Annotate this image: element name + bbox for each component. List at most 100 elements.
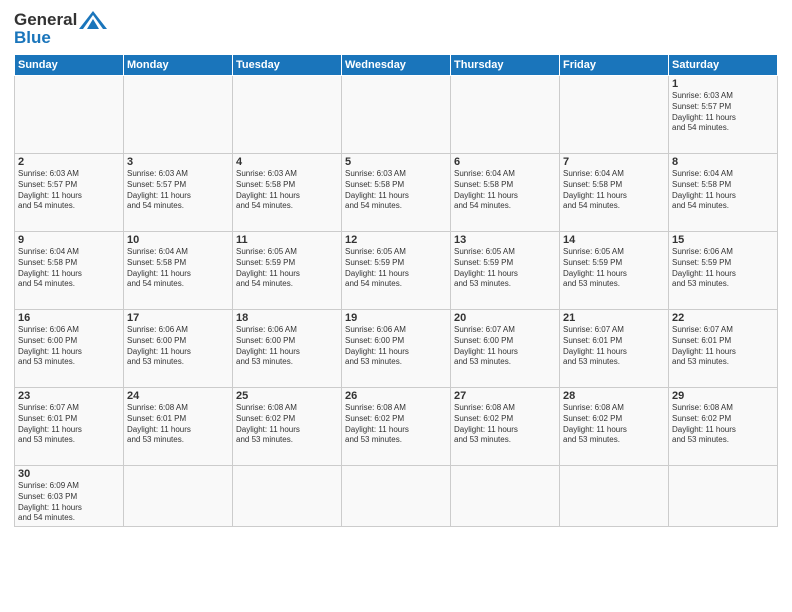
day-info: Sunrise: 6:05 AM Sunset: 5:59 PM Dayligh… (563, 247, 665, 290)
day-number: 11 (236, 234, 338, 246)
day-cell (233, 466, 342, 527)
day-number: 12 (345, 234, 447, 246)
day-cell (560, 76, 669, 154)
day-info: Sunrise: 6:06 AM Sunset: 6:00 PM Dayligh… (345, 325, 447, 368)
day-number: 5 (345, 156, 447, 168)
weekday-header-monday: Monday (124, 55, 233, 76)
week-row-6: 30Sunrise: 6:09 AM Sunset: 6:03 PM Dayli… (15, 466, 778, 527)
day-cell: 25Sunrise: 6:08 AM Sunset: 6:02 PM Dayli… (233, 388, 342, 466)
day-cell: 4Sunrise: 6:03 AM Sunset: 5:58 PM Daylig… (233, 154, 342, 232)
day-info: Sunrise: 6:07 AM Sunset: 6:01 PM Dayligh… (563, 325, 665, 368)
day-cell: 16Sunrise: 6:06 AM Sunset: 6:00 PM Dayli… (15, 310, 124, 388)
weekday-header-tuesday: Tuesday (233, 55, 342, 76)
day-cell: 29Sunrise: 6:08 AM Sunset: 6:02 PM Dayli… (669, 388, 778, 466)
logo-icon (79, 11, 107, 29)
day-cell: 14Sunrise: 6:05 AM Sunset: 5:59 PM Dayli… (560, 232, 669, 310)
day-info: Sunrise: 6:07 AM Sunset: 6:01 PM Dayligh… (18, 403, 120, 446)
day-cell: 2Sunrise: 6:03 AM Sunset: 5:57 PM Daylig… (15, 154, 124, 232)
day-number: 19 (345, 312, 447, 324)
day-number: 3 (127, 156, 229, 168)
day-number: 28 (563, 390, 665, 402)
day-cell: 15Sunrise: 6:06 AM Sunset: 5:59 PM Dayli… (669, 232, 778, 310)
day-info: Sunrise: 6:08 AM Sunset: 6:02 PM Dayligh… (672, 403, 774, 446)
day-cell (342, 466, 451, 527)
day-info: Sunrise: 6:06 AM Sunset: 6:00 PM Dayligh… (127, 325, 229, 368)
day-info: Sunrise: 6:04 AM Sunset: 5:58 PM Dayligh… (454, 169, 556, 212)
day-cell: 18Sunrise: 6:06 AM Sunset: 6:00 PM Dayli… (233, 310, 342, 388)
day-number: 16 (18, 312, 120, 324)
day-cell (560, 466, 669, 527)
weekday-header-wednesday: Wednesday (342, 55, 451, 76)
header: General Blue (14, 10, 778, 48)
day-info: Sunrise: 6:08 AM Sunset: 6:02 PM Dayligh… (454, 403, 556, 446)
day-number: 9 (18, 234, 120, 246)
day-cell: 23Sunrise: 6:07 AM Sunset: 6:01 PM Dayli… (15, 388, 124, 466)
weekday-header-row: SundayMondayTuesdayWednesdayThursdayFrid… (15, 55, 778, 76)
day-info: Sunrise: 6:04 AM Sunset: 5:58 PM Dayligh… (127, 247, 229, 290)
day-info: Sunrise: 6:08 AM Sunset: 6:02 PM Dayligh… (563, 403, 665, 446)
day-info: Sunrise: 6:03 AM Sunset: 5:57 PM Dayligh… (127, 169, 229, 212)
day-number: 20 (454, 312, 556, 324)
day-cell: 6Sunrise: 6:04 AM Sunset: 5:58 PM Daylig… (451, 154, 560, 232)
day-cell (124, 466, 233, 527)
day-cell: 5Sunrise: 6:03 AM Sunset: 5:58 PM Daylig… (342, 154, 451, 232)
day-number: 13 (454, 234, 556, 246)
day-cell (342, 76, 451, 154)
day-number: 15 (672, 234, 774, 246)
day-info: Sunrise: 6:03 AM Sunset: 5:58 PM Dayligh… (345, 169, 447, 212)
day-number: 24 (127, 390, 229, 402)
day-info: Sunrise: 6:04 AM Sunset: 5:58 PM Dayligh… (672, 169, 774, 212)
day-cell: 26Sunrise: 6:08 AM Sunset: 6:02 PM Dayli… (342, 388, 451, 466)
day-cell: 20Sunrise: 6:07 AM Sunset: 6:00 PM Dayli… (451, 310, 560, 388)
day-cell (451, 466, 560, 527)
day-number: 7 (563, 156, 665, 168)
day-number: 4 (236, 156, 338, 168)
day-info: Sunrise: 6:03 AM Sunset: 5:58 PM Dayligh… (236, 169, 338, 212)
day-info: Sunrise: 6:06 AM Sunset: 5:59 PM Dayligh… (672, 247, 774, 290)
day-cell: 7Sunrise: 6:04 AM Sunset: 5:58 PM Daylig… (560, 154, 669, 232)
day-info: Sunrise: 6:08 AM Sunset: 6:01 PM Dayligh… (127, 403, 229, 446)
weekday-header-saturday: Saturday (669, 55, 778, 76)
day-cell (233, 76, 342, 154)
day-cell: 12Sunrise: 6:05 AM Sunset: 5:59 PM Dayli… (342, 232, 451, 310)
week-row-4: 16 Sunrise: 6:06 AM Sunset: 6:00 PM Dayli… (15, 310, 778, 388)
week-row-3: 9Sunrise: 6:04 AM Sunset: 5:58 PM Daylig… (15, 232, 778, 310)
day-cell: 8Sunrise: 6:04 AM Sunset: 5:58 PM Daylig… (669, 154, 778, 232)
day-number: 14 (563, 234, 665, 246)
day-info: Sunrise: 6:06 AM Sunset: 6:00 PM Dayligh… (236, 325, 338, 368)
day-number: 8 (672, 156, 774, 168)
calendar-table: SundayMondayTuesdayWednesdayThursdayFrid… (14, 54, 778, 527)
day-cell (451, 76, 560, 154)
day-info: Sunrise: 6:04 AM Sunset: 5:58 PM Dayligh… (563, 169, 665, 212)
day-number: 6 (454, 156, 556, 168)
day-info: Sunrise: 6:03 AM Sunset: 5:57 PM Dayligh… (18, 169, 120, 212)
day-cell: 11Sunrise: 6:05 AM Sunset: 5:59 PM Dayli… (233, 232, 342, 310)
day-number: 23 (18, 390, 120, 402)
week-row-2: 2Sunrise: 6:03 AM Sunset: 5:57 PM Daylig… (15, 154, 778, 232)
day-cell (124, 76, 233, 154)
day-cell (15, 76, 124, 154)
day-cell: 17Sunrise: 6:06 AM Sunset: 6:00 PM Dayli… (124, 310, 233, 388)
day-info: Sunrise: 6:04 AM Sunset: 5:58 PM Dayligh… (18, 247, 120, 290)
day-cell: 10Sunrise: 6:04 AM Sunset: 5:58 PM Dayli… (124, 232, 233, 310)
day-info: Sunrise: 6:05 AM Sunset: 5:59 PM Dayligh… (454, 247, 556, 290)
day-info: Sunrise: 6:05 AM Sunset: 5:59 PM Dayligh… (236, 247, 338, 290)
day-number: 30 (18, 468, 120, 480)
day-cell: 24Sunrise: 6:08 AM Sunset: 6:01 PM Dayli… (124, 388, 233, 466)
day-cell: 30Sunrise: 6:09 AM Sunset: 6:03 PM Dayli… (15, 466, 124, 527)
logo-general-text: General (14, 10, 77, 30)
day-cell: 28Sunrise: 6:08 AM Sunset: 6:02 PM Dayli… (560, 388, 669, 466)
week-row-5: 23Sunrise: 6:07 AM Sunset: 6:01 PM Dayli… (15, 388, 778, 466)
weekday-header-thursday: Thursday (451, 55, 560, 76)
day-number: 29 (672, 390, 774, 402)
page: General Blue SundayMondayTuesdayWednesda… (0, 0, 792, 612)
day-number: 26 (345, 390, 447, 402)
day-number: 2 (18, 156, 120, 168)
day-number: 10 (127, 234, 229, 246)
day-number: 1 (672, 78, 774, 90)
day-cell: 19Sunrise: 6:06 AM Sunset: 6:00 PM Dayli… (342, 310, 451, 388)
day-cell: 3Sunrise: 6:03 AM Sunset: 5:57 PM Daylig… (124, 154, 233, 232)
day-number: 21 (563, 312, 665, 324)
week-row-1: 1Sunrise: 6:03 AM Sunset: 5:57 PM Daylig… (15, 76, 778, 154)
logo: General Blue (14, 10, 107, 48)
